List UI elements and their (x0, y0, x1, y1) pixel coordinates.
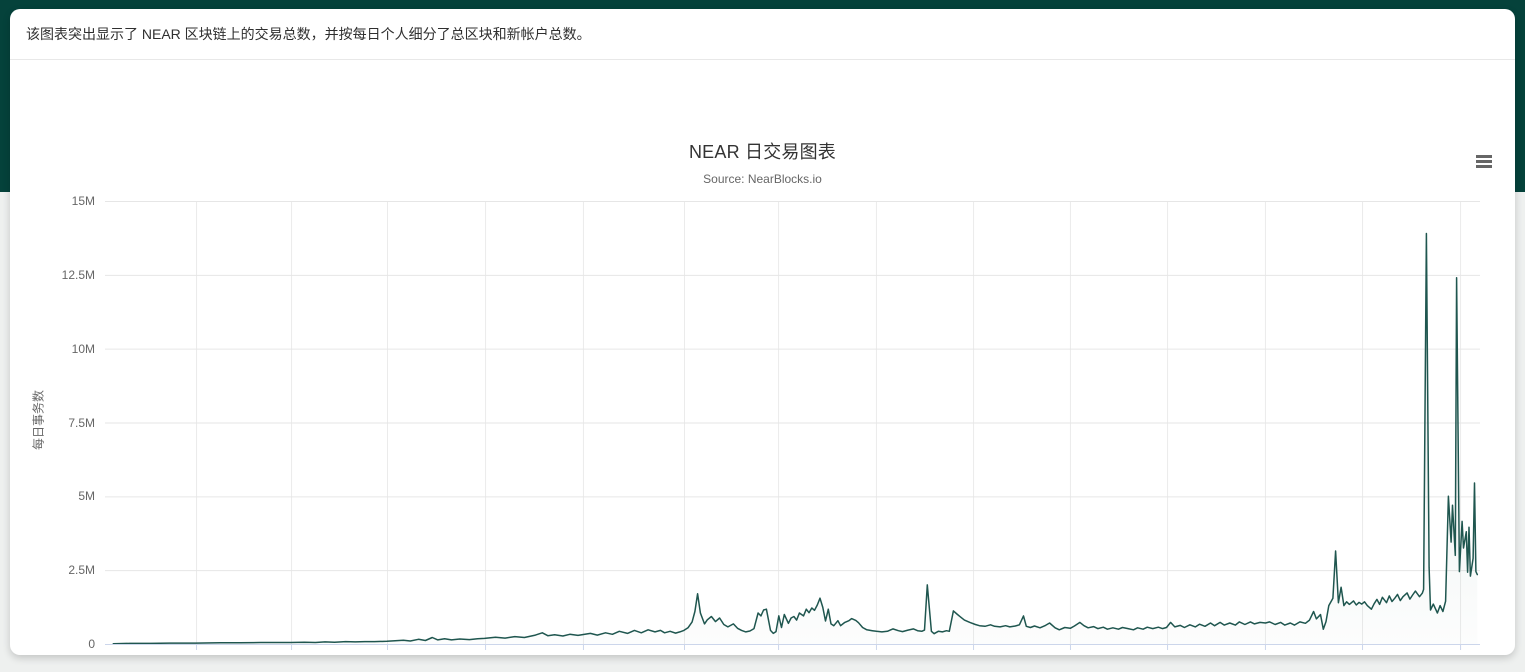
description-bar: 该图表突出显示了 NEAR 区块链上的交易总数，并按每日个人细分了总区块和新帐户… (10, 9, 1515, 60)
y-axis-tick-label: 0 (15, 637, 95, 651)
x-axis-tick-label: Oct '20 (177, 653, 215, 655)
x-axis-tick-label: Apr '23 (1148, 653, 1186, 655)
hamburger-menu-icon (1476, 160, 1492, 163)
y-axis-tick-label: 10M (15, 342, 95, 356)
y-axis-tick-label: 2.5M (15, 563, 95, 577)
x-axis-tick-label: Oct '23 (1343, 653, 1381, 655)
x-axis-tick-label: Jan '22 (665, 653, 703, 655)
context-menu-button[interactable] (1472, 150, 1496, 172)
chart-subtitle: Source: NearBlocks.io (10, 172, 1515, 186)
chart-description-text: 该图表突出显示了 NEAR 区块链上的交易总数，并按每日个人细分了总区块和新帐户… (26, 24, 591, 44)
chart-card: 该图表突出显示了 NEAR 区块链上的交易总数，并按每日个人细分了总区块和新帐户… (10, 9, 1515, 655)
y-axis-tick-label: 15M (15, 194, 95, 208)
x-axis-tick-label: Jul '23 (1248, 653, 1282, 655)
x-axis-tick-label: Oct '21 (564, 653, 602, 655)
y-axis-tick-label: 5M (15, 489, 95, 503)
page: { "page": { "description": "该图表突出显示了 NEA… (0, 0, 1525, 672)
hamburger-menu-icon (1476, 155, 1492, 158)
gridlines (105, 201, 1480, 644)
series-line (113, 234, 1477, 644)
series-area-fill (113, 234, 1477, 645)
x-axis-tick-label: Jan '21 (272, 653, 310, 655)
chart-title: NEAR 日交易图表 (10, 138, 1515, 164)
y-axis-tick-label: 7.5M (15, 416, 95, 430)
x-axis-tick-label: Apr '21 (368, 653, 406, 655)
hamburger-menu-icon (1476, 165, 1492, 168)
x-axis-line (105, 644, 1480, 650)
x-axis-tick-label: Apr '22 (759, 653, 797, 655)
chart-area: NEAR 日交易图表 Source: NearBlocks.io 每日事务数 O… (10, 60, 1515, 654)
x-axis-tick-label: Jan '23 (1051, 653, 1089, 655)
y-axis-tick-label: 12.5M (15, 268, 95, 282)
x-axis-tick-label: Jul '21 (468, 653, 502, 655)
x-axis-tick-label: Jan '24 (1441, 653, 1479, 655)
x-axis-tick-label: Oct '22 (954, 653, 992, 655)
x-axis-tick-label: Jul '22 (859, 653, 893, 655)
